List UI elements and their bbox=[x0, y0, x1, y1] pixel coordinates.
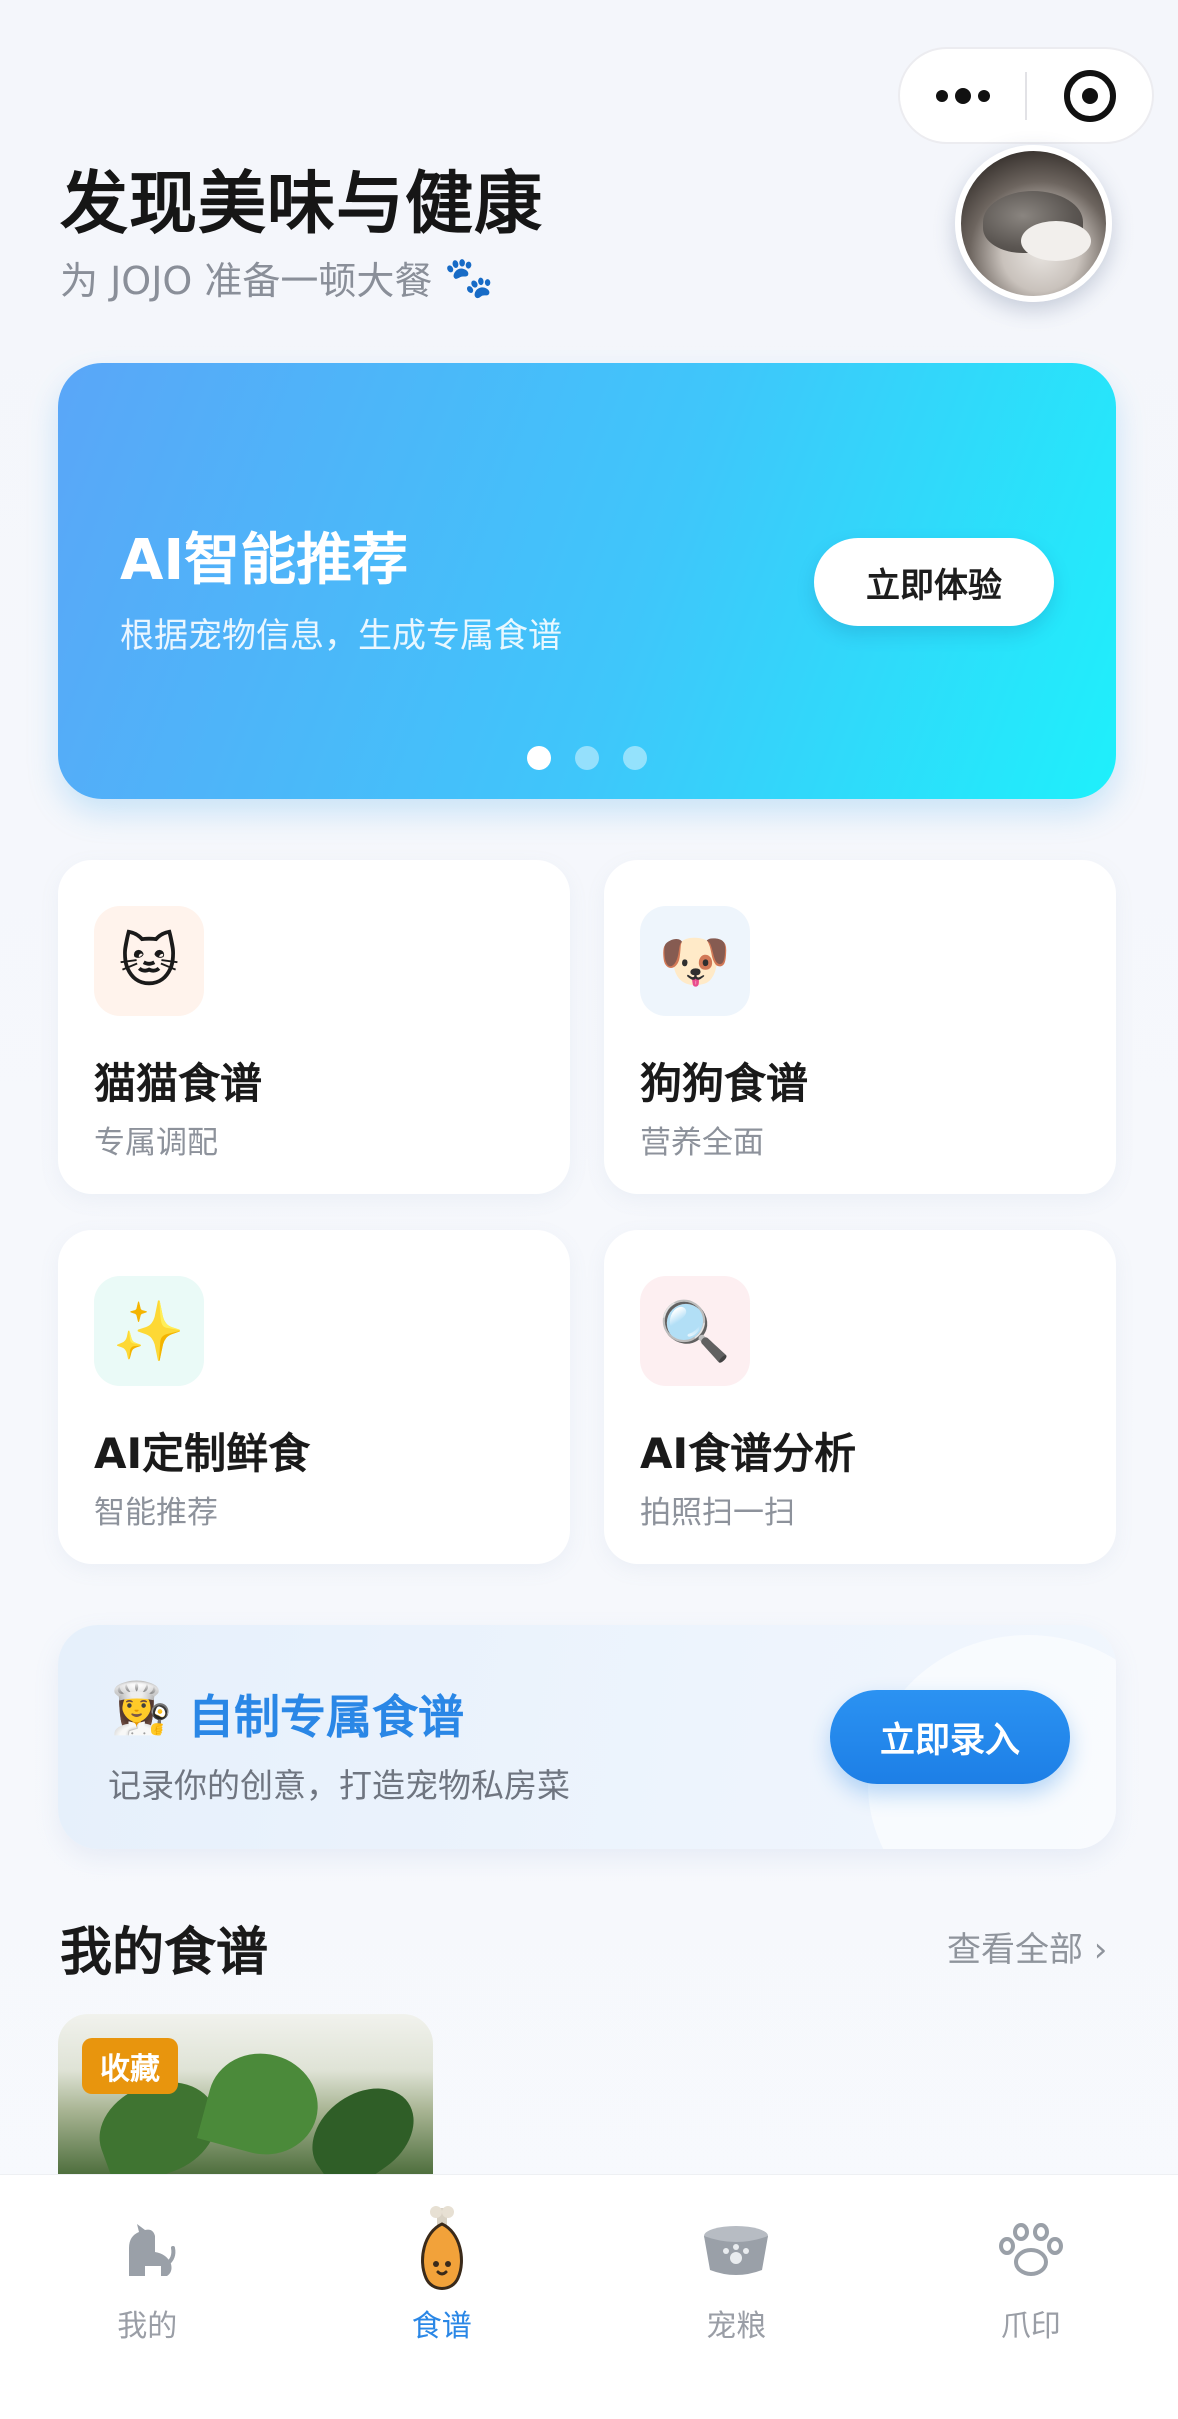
card-title: AI定制鲜食 bbox=[94, 1429, 311, 1478]
magnifier-icon: 🔍 bbox=[640, 1276, 750, 1386]
mini-program-capsule bbox=[898, 47, 1154, 144]
favorite-badge: 收藏 bbox=[82, 2038, 178, 2094]
banner-title: AI智能推荐 bbox=[120, 528, 409, 593]
carousel-dot[interactable] bbox=[575, 746, 599, 770]
page-title: 发现美味与健康 bbox=[60, 165, 544, 244]
more-menu-button[interactable] bbox=[900, 49, 1025, 142]
dog-silhouette-icon bbox=[115, 2205, 179, 2295]
card-title: 猫猫食谱 bbox=[94, 1059, 263, 1108]
card-desc: 营养全面 bbox=[640, 1125, 764, 1161]
pet-bowl-icon bbox=[698, 2205, 774, 2295]
dog-face-icon: 🐶 bbox=[640, 906, 750, 1016]
page-subtitle: 为 JOJO 准备一顿大餐 🐾 bbox=[60, 250, 494, 305]
my-recipes-title: 我的食谱 bbox=[60, 1923, 269, 1983]
recipe-card[interactable]: 收藏 bbox=[58, 2014, 433, 2174]
see-all-link[interactable]: 查看全部 › bbox=[947, 1922, 1107, 1971]
enter-now-button[interactable]: 立即录入 bbox=[830, 1690, 1070, 1784]
close-mini-program-button[interactable] bbox=[1027, 49, 1152, 142]
bottom-tab-bar: 我的 食谱 宠粮 爪印 bbox=[0, 2174, 1178, 2419]
try-now-button[interactable]: 立即体验 bbox=[814, 538, 1054, 626]
more-dots-icon bbox=[935, 87, 990, 104]
sparkles-icon: ✨ bbox=[94, 1276, 204, 1386]
subtitle-text: 为 JOJO 准备一顿大餐 bbox=[60, 259, 433, 303]
carousel-indicator bbox=[527, 746, 647, 770]
custom-recipe-title: 自制专属食谱 bbox=[188, 1690, 464, 1744]
photo-plant-leaf bbox=[295, 2069, 431, 2174]
tab-pet-food[interactable]: 宠粮 bbox=[589, 2175, 884, 2419]
tab-label: 爪印 bbox=[1000, 2309, 1061, 2344]
cat-face-icon: 🐱 bbox=[94, 906, 204, 1016]
tab-label: 宠粮 bbox=[706, 2309, 767, 2344]
tab-mine[interactable]: 我的 bbox=[0, 2175, 295, 2419]
paw-icon: 🐾 bbox=[444, 255, 495, 301]
pawprint-icon bbox=[997, 2205, 1065, 2295]
card-desc: 拍照扫一扫 bbox=[640, 1495, 795, 1531]
cat-photo-highlight bbox=[1021, 221, 1091, 261]
custom-recipe-card[interactable]: 👩‍🍳 自制专属食谱 记录你的创意，打造宠物私房菜 立即录入 bbox=[58, 1625, 1116, 1849]
tab-label: 我的 bbox=[117, 2309, 178, 2344]
avatar[interactable] bbox=[955, 145, 1112, 302]
card-title: AI食谱分析 bbox=[640, 1429, 857, 1478]
cat-recipes-card[interactable]: 🐱 猫猫食谱 专属调配 bbox=[58, 860, 570, 1194]
banner-subtitle: 根据宠物信息，生成专属食谱 bbox=[120, 616, 562, 656]
tab-recipes[interactable]: 食谱 bbox=[295, 2175, 590, 2419]
tab-label: 食谱 bbox=[411, 2309, 472, 2344]
card-desc: 智能推荐 bbox=[94, 1495, 218, 1531]
ai-fresh-food-card[interactable]: ✨ AI定制鲜食 智能推荐 bbox=[58, 1230, 570, 1564]
custom-recipe-subtitle: 记录你的创意，打造宠物私房菜 bbox=[108, 1766, 570, 1805]
carousel-dot[interactable] bbox=[527, 746, 551, 770]
ai-recipe-analysis-card[interactable]: 🔍 AI食谱分析 拍照扫一扫 bbox=[604, 1230, 1116, 1564]
card-desc: 专属调配 bbox=[94, 1125, 218, 1161]
card-title: 狗狗食谱 bbox=[640, 1059, 809, 1108]
tab-pawprint[interactable]: 爪印 bbox=[884, 2175, 1178, 2419]
drumstick-icon bbox=[412, 2205, 472, 2295]
dog-recipes-card[interactable]: 🐶 狗狗食谱 营养全面 bbox=[604, 860, 1116, 1194]
chef-icon: 👩‍🍳 bbox=[110, 1679, 173, 1737]
target-icon bbox=[1063, 69, 1116, 122]
ai-recommend-banner[interactable]: AI智能推荐 根据宠物信息，生成专属食谱 立即体验 bbox=[58, 363, 1116, 799]
carousel-dot[interactable] bbox=[623, 746, 647, 770]
photo-plant-leaf bbox=[196, 2041, 330, 2167]
